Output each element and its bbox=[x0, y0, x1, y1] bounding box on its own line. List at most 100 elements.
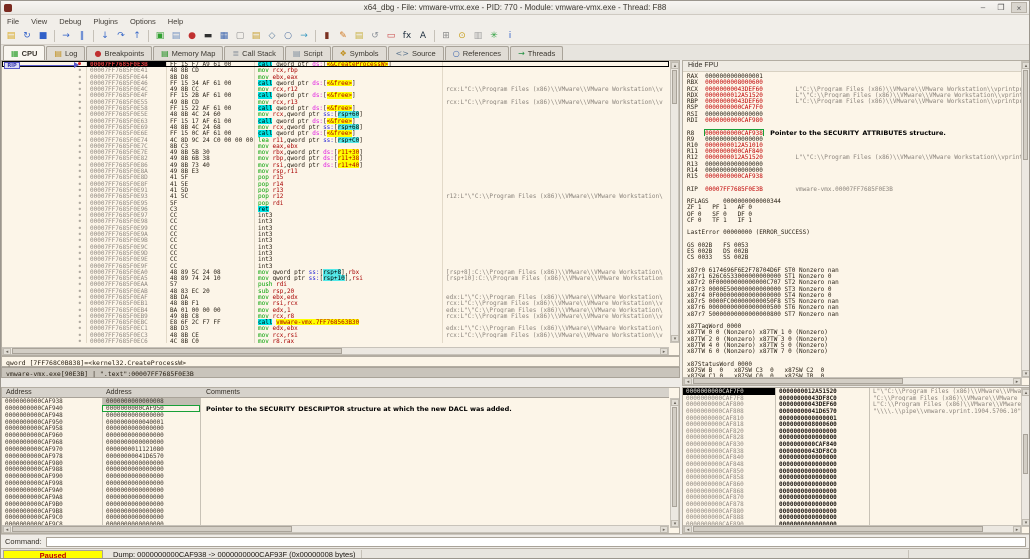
dump-row[interactable]: 0000000000CAF940 0000000000CAF950 Pointer … bbox=[2, 404, 669, 412]
calculator-icon[interactable]: ⊞ bbox=[439, 29, 453, 43]
sync-icon[interactable]: ↺ bbox=[368, 29, 382, 43]
disasm-row[interactable]: ● 00007FF7685F0EC6 4C 8B C0 mov r8,rax bbox=[2, 338, 669, 343]
restart-icon[interactable]: ↻ bbox=[20, 29, 34, 43]
disasm-horizontal-scrollbar[interactable]: ◂ ▸ bbox=[2, 347, 669, 355]
scroll-up-icon[interactable]: ▴ bbox=[671, 399, 679, 406]
breakpoint-icon[interactable]: ● bbox=[185, 29, 199, 43]
pencil-icon[interactable]: ✎ bbox=[336, 29, 350, 43]
close-button[interactable]: × bbox=[1011, 2, 1027, 13]
pause-icon[interactable]: ‖ bbox=[75, 29, 89, 43]
dump-header-comments[interactable]: Comments bbox=[206, 389, 240, 396]
stack-row[interactable]: 0000000000CAF880 0000000000000000 bbox=[683, 507, 1021, 515]
tab-cpu[interactable]: ▦ CPU bbox=[3, 45, 46, 60]
dump-row[interactable]: 0000000000CAF998 0000000000000000 bbox=[2, 480, 669, 487]
scroll-down-icon[interactable]: ▾ bbox=[1022, 519, 1029, 526]
dump-row[interactable]: 0000000000CAF9A8 0000000000000000 bbox=[2, 493, 669, 501]
dump-row[interactable]: 0000000000CAF970 0000000011121080 bbox=[2, 445, 669, 453]
step-over-icon[interactable]: ↷ bbox=[114, 29, 128, 43]
dump-row[interactable]: 0000000000CAF960 0000000000000000 bbox=[2, 432, 669, 439]
scroll-down-icon[interactable]: ▾ bbox=[671, 335, 679, 342]
window-icon[interactable]: ▢ bbox=[233, 29, 247, 43]
scroll-thumb[interactable] bbox=[672, 70, 677, 104]
dump-row[interactable]: 0000000000CAF978 00000000041D6570 bbox=[2, 452, 669, 460]
registers-horizontal-scrollbar[interactable]: ◂ ▸ bbox=[683, 377, 1022, 385]
scroll-thumb[interactable] bbox=[12, 348, 342, 354]
stack-row[interactable]: 0000000000CAF860 0000000000000000 bbox=[683, 480, 1021, 488]
scroll-left-icon[interactable]: ◂ bbox=[3, 348, 11, 355]
dump-row[interactable]: 0000000000CAF980 0000000000000000 bbox=[2, 459, 669, 467]
menu-file[interactable]: File bbox=[1, 17, 25, 26]
menu-debug[interactable]: Debug bbox=[53, 17, 87, 26]
stack-row[interactable]: 0000000000CAF800 00000000043DEF60 L"C:\\Pr… bbox=[683, 401, 1021, 408]
stack-row[interactable]: 0000000000CAF838 00000000043DF8C0 bbox=[683, 447, 1021, 455]
dump-row[interactable]: 0000000000CAF938 0000000000000008 bbox=[2, 398, 669, 405]
book-icon[interactable]: ▮ bbox=[320, 29, 334, 43]
menu-view[interactable]: View bbox=[25, 17, 53, 26]
command-input[interactable] bbox=[45, 536, 1026, 547]
tab-call-stack[interactable]: ≣ Call Stack bbox=[224, 46, 284, 60]
scroll-down-icon[interactable]: ▾ bbox=[1022, 370, 1029, 377]
scroll-right-icon[interactable]: ▸ bbox=[660, 526, 668, 533]
eraser-icon[interactable]: ▭ bbox=[384, 29, 398, 43]
tab-threads[interactable]: → Threads bbox=[510, 46, 564, 60]
dump-row[interactable]: 0000000000CAF9C0 0000000000000000 bbox=[2, 514, 669, 521]
windows-icon[interactable]: ▣ bbox=[153, 29, 167, 43]
scroll-right-icon[interactable]: ▸ bbox=[660, 348, 668, 355]
source-icon[interactable]: ◇ bbox=[265, 29, 279, 43]
stack-vertical-scrollbar[interactable]: ▴ ▾ bbox=[1021, 388, 1029, 527]
bug-icon[interactable]: ✳ bbox=[487, 29, 501, 43]
dump-vertical-scrollbar[interactable]: ▴ ▾ bbox=[670, 398, 679, 528]
stack-row[interactable]: 0000000000CAF878 0000000000000000 bbox=[683, 500, 1021, 508]
dump-header-address1[interactable]: Address bbox=[6, 389, 32, 396]
row-dot[interactable]: ● bbox=[2, 338, 86, 343]
stop-icon[interactable]: ■ bbox=[36, 29, 50, 43]
bulb-icon[interactable]: ⊙ bbox=[455, 29, 469, 43]
tab-script[interactable]: ▤ Script bbox=[284, 46, 331, 60]
stack-row[interactable]: 0000000000CAF848 0000000000000000 bbox=[683, 461, 1021, 468]
tab-symbols[interactable]: ❖ Symbols bbox=[331, 46, 387, 60]
run-icon[interactable]: → bbox=[59, 29, 73, 43]
stack-row[interactable]: 0000000000CAF828 0000000000000000 bbox=[683, 434, 1021, 441]
tab-log[interactable]: ▤ Log bbox=[46, 46, 86, 60]
stack-horizontal-scrollbar[interactable]: ◂ ▸ bbox=[683, 525, 1022, 533]
step-out-icon[interactable]: ↑ bbox=[130, 29, 144, 43]
menu-help[interactable]: Help bbox=[162, 17, 189, 26]
dump-horizontal-scrollbar[interactable]: ◂ ▸ bbox=[2, 525, 669, 533]
scroll-thumb[interactable] bbox=[1023, 70, 1028, 160]
dump-row[interactable]: 0000000000CAF9B0 0000000000000000 bbox=[2, 500, 669, 508]
scroll-right-icon[interactable]: ▸ bbox=[1013, 526, 1021, 533]
dump-row[interactable]: 0000000000CAF950 0000000000040001 bbox=[2, 418, 669, 426]
scroll-up-icon[interactable]: ▴ bbox=[671, 62, 679, 69]
tab-breakpoints[interactable]: ● Breakpoints bbox=[86, 46, 153, 60]
scroll-up-icon[interactable]: ▴ bbox=[1022, 389, 1029, 396]
dump-row[interactable]: 0000000000CAF968 0000000000000000 bbox=[2, 439, 669, 446]
stack-row[interactable]: 0000000000CAF858 0000000000000000 bbox=[683, 474, 1021, 481]
minimize-button[interactable]: – bbox=[975, 2, 991, 13]
tab-source[interactable]: <> Source bbox=[387, 46, 444, 60]
stack-row[interactable]: 0000000000CAF810 0000000000000001 bbox=[683, 414, 1021, 422]
log-icon[interactable]: ▤ bbox=[249, 29, 263, 43]
stack-row[interactable]: 0000000000CAF850 0000000000000000 bbox=[683, 467, 1021, 475]
stack-row[interactable]: 0000000000CAF830 0000000000CAF840 bbox=[683, 441, 1021, 448]
memory-icon[interactable]: ▦ bbox=[217, 29, 231, 43]
scroll-right-icon[interactable]: ▸ bbox=[1013, 378, 1021, 385]
stack-row[interactable]: 0000000000CAF820 0000000000000000 bbox=[683, 427, 1021, 435]
dump-row[interactable]: 0000000000CAF958 0000000000000000 bbox=[2, 425, 669, 432]
scroll-left-icon[interactable]: ◂ bbox=[684, 378, 692, 385]
stack-row[interactable]: 0000000000CAF888 0000000000000000 bbox=[683, 514, 1021, 521]
scroll-down-icon[interactable]: ▾ bbox=[671, 520, 679, 527]
dump-row[interactable]: 0000000000CAF9A0 0000000000000000 bbox=[2, 486, 669, 494]
report-icon[interactable]: ▥ bbox=[471, 29, 485, 43]
scroll-up-icon[interactable]: ▴ bbox=[1022, 62, 1029, 69]
hide-fpu-button[interactable]: Hide FPU bbox=[683, 61, 1029, 72]
scroll-thumb[interactable] bbox=[12, 526, 292, 532]
scroll-thumb[interactable] bbox=[693, 526, 983, 532]
disasm-vertical-scrollbar[interactable]: ▴ ▾ bbox=[670, 61, 679, 343]
stack-row[interactable]: 0000000000CAF7F0 0000000012A51520 L"\"C:\\… bbox=[683, 388, 1021, 395]
scroll-thumb[interactable] bbox=[693, 378, 903, 384]
tab-memory-map[interactable]: ▤ Memory Map bbox=[153, 46, 224, 60]
scroll-thumb[interactable] bbox=[672, 407, 677, 507]
step-into-icon[interactable]: ↓ bbox=[98, 29, 112, 43]
stack-row[interactable]: 0000000000CAF868 0000000000000000 bbox=[683, 487, 1021, 495]
scroll-left-icon[interactable]: ◂ bbox=[3, 526, 11, 533]
